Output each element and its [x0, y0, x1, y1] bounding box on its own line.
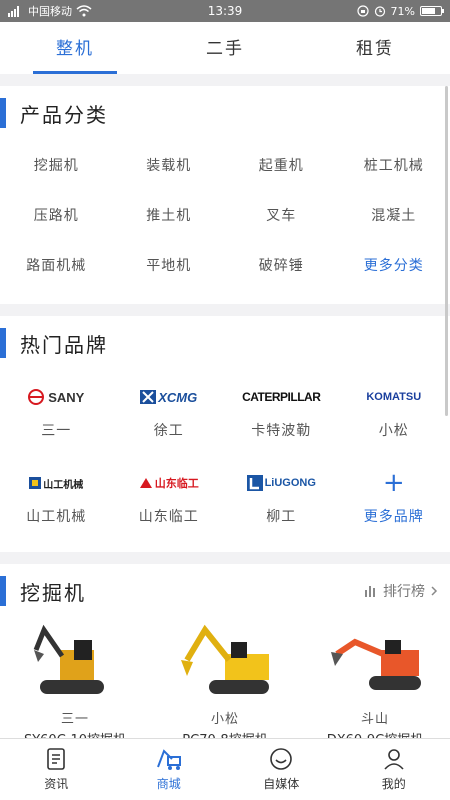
- product-brand: 小松: [210, 712, 239, 727]
- chevron-right-icon: [431, 586, 438, 596]
- brand-liugong[interactable]: LiUGONG 柳工: [225, 456, 338, 542]
- nav-profile[interactable]: 我的: [338, 739, 450, 800]
- more-categories-link[interactable]: 更多分类: [338, 240, 450, 290]
- product-brand: 三一: [60, 712, 89, 727]
- battery-icon: [420, 6, 444, 16]
- bar-chart-icon: [365, 586, 375, 597]
- brand-name: 山工机械: [26, 509, 87, 525]
- sem-logo: 山工机械: [29, 472, 83, 494]
- category-section: 产品分类 挖掘机 装载机 起重机 桩工机械 压路机 推土机 叉车 混凝土 路面机…: [0, 86, 450, 304]
- category-breaker[interactable]: 破碎锤: [225, 240, 338, 290]
- alarm-icon: [374, 6, 385, 17]
- product-card[interactable]: 斗山 DX60-9C挖掘机: [300, 618, 450, 738]
- category-title: 产品分类: [20, 102, 108, 127]
- brand-section: 热门品牌 SANY 三一 XCMG 徐工 CATERPILLAR 卡特波勒 KO…: [0, 316, 450, 552]
- category-grid: 挖掘机 装载机 起重机 桩工机械 压路机 推土机 叉车 混凝土 路面机械 平地机…: [0, 140, 450, 304]
- excavator-header: 挖掘机 排行榜: [0, 564, 450, 618]
- product-model: PC70-8挖掘机: [182, 729, 267, 738]
- brand-name: 三一: [41, 423, 72, 439]
- category-forklift[interactable]: 叉车: [225, 190, 338, 240]
- xcmg-logo: XCMG: [140, 386, 197, 408]
- scrollbar[interactable]: [445, 86, 448, 416]
- nav-news[interactable]: 资讯: [0, 739, 113, 800]
- komatsu-logo: KOMATSU: [366, 391, 422, 403]
- brand-lingong[interactable]: 山东临工 山东临工: [113, 456, 226, 542]
- brand-name: 卡特波勒: [251, 423, 312, 439]
- plus-icon: +: [382, 468, 405, 498]
- media-icon: [270, 748, 293, 770]
- brand-xcmg[interactable]: XCMG 徐工: [113, 370, 226, 456]
- nav-label: 我的: [381, 777, 406, 791]
- product-card[interactable]: 小松 PC70-8挖掘机: [150, 618, 300, 738]
- carrier-label: 中国移动: [28, 5, 72, 18]
- lingong-logo: 山东临工: [139, 472, 199, 494]
- wifi-icon: [76, 5, 92, 17]
- excavator-image: [325, 618, 425, 702]
- content-scroll[interactable]: 产品分类 挖掘机 装载机 起重机 桩工机械 压路机 推土机 叉车 混凝土 路面机…: [0, 74, 450, 738]
- caterpillar-logo: CATERPILLAR: [242, 390, 321, 404]
- excavator-title: 挖掘机: [20, 580, 86, 605]
- tab-new-machines[interactable]: 整机: [0, 22, 150, 74]
- news-icon: [47, 748, 66, 770]
- brand-grid: SANY 三一 XCMG 徐工 CATERPILLAR 卡特波勒 KOMATSU…: [0, 370, 450, 552]
- liugong-logo: LiUGONG: [246, 472, 316, 494]
- category-loader[interactable]: 装载机: [113, 140, 226, 190]
- profile-icon: [384, 749, 404, 770]
- mall-icon: [156, 749, 181, 770]
- brand-name: 徐工: [153, 423, 184, 439]
- nav-media[interactable]: 自媒体: [225, 739, 338, 800]
- category-paving[interactable]: 路面机械: [0, 240, 113, 290]
- tab-rental[interactable]: 租赁: [300, 22, 450, 74]
- product-brand: 斗山: [360, 712, 389, 727]
- category-grader[interactable]: 平地机: [113, 240, 226, 290]
- more-brands-label: 更多品牌: [363, 509, 424, 525]
- brand-name: 山东临工: [138, 509, 199, 525]
- category-concrete[interactable]: 混凝土: [338, 190, 450, 240]
- category-piling[interactable]: 桩工机械: [338, 140, 450, 190]
- brand-sany[interactable]: SANY 三一: [0, 370, 113, 456]
- battery-fill: [422, 8, 435, 14]
- nav-label: 自媒体: [263, 777, 300, 791]
- product-card[interactable]: 三一 SY60C-10挖掘机: [0, 618, 150, 738]
- brand-title: 热门品牌: [20, 332, 108, 357]
- ranking-label: 排行榜: [383, 584, 425, 600]
- signal-icon: [8, 5, 19, 17]
- product-model: SY60C-10挖掘机: [24, 729, 126, 738]
- excavator-list: 三一 SY60C-10挖掘机 小松 PC70-8挖掘机: [0, 618, 450, 738]
- category-bulldozer[interactable]: 推土机: [113, 190, 226, 240]
- tab-used[interactable]: 二手: [150, 22, 300, 74]
- product-model: DX60-9C挖掘机: [327, 729, 424, 738]
- brand-komatsu[interactable]: KOMATSU 小松: [338, 370, 450, 456]
- brand-name: 小松: [378, 423, 409, 439]
- top-tabs: 整机 二手 租赁: [0, 22, 450, 74]
- bottom-nav: 资讯 商城 自媒体 我的: [0, 738, 450, 800]
- category-excavator[interactable]: 挖掘机: [0, 140, 113, 190]
- excavator-section: 挖掘机 排行榜 三一 SY60C-10挖掘机: [0, 564, 450, 738]
- ranking-link[interactable]: 排行榜: [364, 581, 438, 601]
- nav-label: 资讯: [44, 777, 69, 791]
- nav-mall[interactable]: 商城: [113, 739, 226, 800]
- category-crane[interactable]: 起重机: [225, 140, 338, 190]
- excavator-image: [175, 618, 275, 702]
- excavator-image: [25, 618, 125, 702]
- lock-rotation-icon: [356, 5, 369, 17]
- brand-header: 热门品牌: [0, 316, 450, 370]
- brand-caterpillar[interactable]: CATERPILLAR 卡特波勒: [225, 370, 338, 456]
- status-bar: 中国移动 13:39 71%: [0, 0, 450, 22]
- sany-logo: SANY: [28, 386, 84, 408]
- brand-sem[interactable]: 山工机械 山工机械: [0, 456, 113, 542]
- category-header: 产品分类: [0, 86, 450, 140]
- category-roller[interactable]: 压路机: [0, 190, 113, 240]
- more-brands-link[interactable]: + 更多品牌: [338, 456, 450, 542]
- battery-percent: 71%: [390, 4, 415, 18]
- brand-name: 柳工: [266, 509, 297, 525]
- nav-label: 商城: [156, 777, 181, 791]
